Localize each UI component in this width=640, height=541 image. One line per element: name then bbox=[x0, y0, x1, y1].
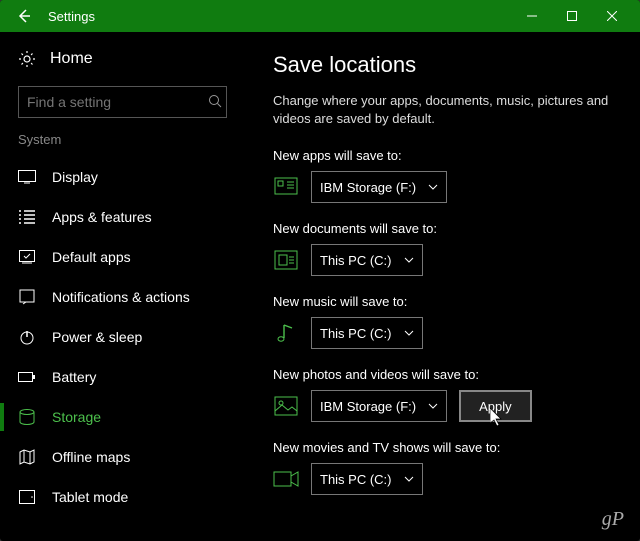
sidebar-item-apps[interactable]: Apps & features bbox=[0, 197, 245, 237]
search-box[interactable] bbox=[18, 86, 227, 118]
arrow-left-icon bbox=[16, 8, 32, 24]
power-icon bbox=[18, 328, 36, 346]
window-controls bbox=[512, 0, 632, 32]
sidebar-item-label: Tablet mode bbox=[52, 489, 128, 505]
music-icon bbox=[273, 322, 299, 344]
photos-location-dropdown[interactable]: IBM Storage (F:) bbox=[311, 390, 447, 422]
nav-list: Display Apps & features Default apps Not… bbox=[0, 157, 245, 517]
apply-label: Apply bbox=[479, 399, 512, 414]
sidebar-home[interactable]: Home bbox=[0, 50, 245, 80]
close-button[interactable] bbox=[592, 0, 632, 32]
section-label: System bbox=[0, 132, 245, 157]
maximize-icon bbox=[567, 11, 577, 21]
page-description: Change where your apps, documents, music… bbox=[273, 92, 620, 128]
setting-photos: New photos and videos will save to: IBM … bbox=[273, 367, 620, 422]
setting-label: New movies and TV shows will save to: bbox=[273, 440, 620, 455]
movies-icon bbox=[273, 468, 299, 490]
page-title: Save locations bbox=[273, 52, 620, 78]
watermark: gP bbox=[602, 508, 624, 531]
dropdown-value: IBM Storage (F:) bbox=[320, 180, 416, 195]
sidebar-item-storage[interactable]: Storage bbox=[0, 397, 245, 437]
sidebar-item-label: Offline maps bbox=[52, 449, 130, 465]
setting-label: New photos and videos will save to: bbox=[273, 367, 620, 382]
music-location-dropdown[interactable]: This PC (C:) bbox=[311, 317, 423, 349]
content-area: Save locations Change where your apps, d… bbox=[245, 32, 640, 541]
sidebar-item-label: Power & sleep bbox=[52, 329, 142, 345]
chevron-down-icon bbox=[404, 330, 414, 336]
map-icon bbox=[18, 448, 36, 466]
dropdown-value: This PC (C:) bbox=[320, 472, 392, 487]
sidebar-item-label: Apps & features bbox=[52, 209, 152, 225]
setting-music: New music will save to: This PC (C:) bbox=[273, 294, 620, 349]
apps-icon bbox=[273, 176, 299, 198]
setting-documents: New documents will save to: This PC (C:) bbox=[273, 221, 620, 276]
chevron-down-icon bbox=[404, 257, 414, 263]
setting-label: New music will save to: bbox=[273, 294, 620, 309]
sidebar-item-offline-maps[interactable]: Offline maps bbox=[0, 437, 245, 477]
setting-movies: New movies and TV shows will save to: Th… bbox=[273, 440, 620, 495]
sidebar-item-default-apps[interactable]: Default apps bbox=[0, 237, 245, 277]
sidebar-item-label: Display bbox=[52, 169, 98, 185]
setting-label: New documents will save to: bbox=[273, 221, 620, 236]
back-button[interactable] bbox=[8, 0, 40, 32]
settings-window: Settings Home System bbox=[0, 0, 640, 541]
main-area: Home System Display Apps & features bbox=[0, 32, 640, 541]
documents-icon bbox=[273, 249, 299, 271]
movies-location-dropdown[interactable]: This PC (C:) bbox=[311, 463, 423, 495]
default-apps-icon bbox=[18, 248, 36, 266]
search-input[interactable] bbox=[27, 94, 208, 110]
sidebar-item-label: Storage bbox=[52, 409, 101, 425]
sidebar-item-display[interactable]: Display bbox=[0, 157, 245, 197]
list-icon bbox=[18, 208, 36, 226]
sidebar-item-label: Notifications & actions bbox=[52, 289, 190, 305]
sidebar-item-label: Default apps bbox=[52, 249, 131, 265]
sidebar-item-notifications[interactable]: Notifications & actions bbox=[0, 277, 245, 317]
setting-apps: New apps will save to: IBM Storage (F:) bbox=[273, 148, 620, 203]
photos-icon bbox=[273, 395, 299, 417]
dropdown-value: This PC (C:) bbox=[320, 253, 392, 268]
dropdown-value: IBM Storage (F:) bbox=[320, 399, 416, 414]
dropdown-value: This PC (C:) bbox=[320, 326, 392, 341]
setting-label: New apps will save to: bbox=[273, 148, 620, 163]
window-title: Settings bbox=[48, 9, 512, 24]
sidebar-item-tablet-mode[interactable]: Tablet mode bbox=[0, 477, 245, 517]
home-label: Home bbox=[50, 50, 93, 68]
apps-location-dropdown[interactable]: IBM Storage (F:) bbox=[311, 171, 447, 203]
minimize-icon bbox=[527, 11, 537, 21]
close-icon bbox=[607, 11, 617, 21]
sidebar-item-label: Battery bbox=[52, 369, 96, 385]
documents-location-dropdown[interactable]: This PC (C:) bbox=[311, 244, 423, 276]
search-icon bbox=[208, 94, 222, 110]
apply-button[interactable]: Apply bbox=[459, 390, 532, 422]
maximize-button[interactable] bbox=[552, 0, 592, 32]
sidebar: Home System Display Apps & features bbox=[0, 32, 245, 541]
chevron-down-icon bbox=[404, 476, 414, 482]
sidebar-item-power[interactable]: Power & sleep bbox=[0, 317, 245, 357]
notifications-icon bbox=[18, 288, 36, 306]
minimize-button[interactable] bbox=[512, 0, 552, 32]
storage-icon bbox=[18, 408, 36, 426]
tablet-icon bbox=[18, 488, 36, 506]
chevron-down-icon bbox=[428, 403, 438, 409]
gear-icon bbox=[18, 50, 36, 68]
display-icon bbox=[18, 168, 36, 186]
battery-icon bbox=[18, 368, 36, 386]
titlebar: Settings bbox=[0, 0, 640, 32]
chevron-down-icon bbox=[428, 184, 438, 190]
sidebar-item-battery[interactable]: Battery bbox=[0, 357, 245, 397]
